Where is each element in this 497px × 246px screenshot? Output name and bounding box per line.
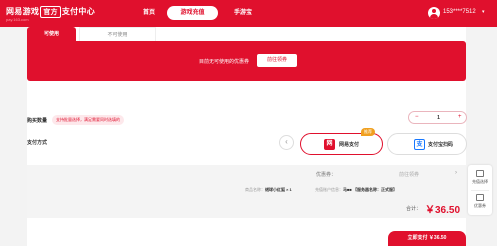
logo-tail: 支付中心 bbox=[61, 7, 96, 16]
nav-home[interactable]: 首页 bbox=[137, 6, 161, 20]
tab-available[interactable]: 可使用 bbox=[27, 27, 76, 41]
logo-subtitle: pay.163.com bbox=[6, 17, 29, 22]
summary-coupon-label: 优惠券： bbox=[316, 172, 337, 178]
coupon-tabs: 可使用 不可使用 bbox=[27, 27, 466, 41]
chevron-down-icon[interactable]: ▾ bbox=[482, 9, 485, 15]
total-label: 合计： bbox=[406, 206, 422, 212]
payment-option-netease[interactable]: 网 网易支付 bbox=[300, 133, 383, 155]
netease-pay-label: 网易支付 bbox=[339, 142, 360, 148]
floating-side-panel: 充值选择 优惠券 bbox=[468, 165, 492, 215]
user-phone[interactable]: 153****7512 bbox=[443, 9, 476, 15]
quantity-stepper[interactable]: − 1 + bbox=[408, 111, 467, 124]
account-value: 马■■ 【服务器名称：正式服】 bbox=[343, 187, 397, 192]
account-label: 充值账户信息： bbox=[315, 187, 343, 192]
side-divider bbox=[471, 190, 489, 191]
chevron-left-icon[interactable]: ‹ bbox=[279, 135, 294, 150]
chevron-right-icon[interactable]: › bbox=[455, 170, 457, 176]
product-value: 绒球小红狐 × 1 bbox=[265, 187, 292, 192]
nav-mobile-game-store[interactable]: 手游宝 bbox=[230, 6, 256, 20]
recommend-badge: 推荐 bbox=[361, 128, 375, 136]
alipay-icon: 支 bbox=[414, 139, 425, 150]
product-label: 商品名称： bbox=[245, 187, 265, 192]
quantity-hint: 支持批量选择，满足需要同时选填的 bbox=[52, 115, 124, 125]
account-info: 充值账户信息：马■■ 【服务器名称：正式服】 bbox=[315, 187, 397, 193]
pay-now-button[interactable]: 立即支付 ￥36.50 bbox=[388, 231, 466, 246]
total-amount: ￥36.50 bbox=[425, 205, 461, 216]
payment-method-label: 支付方式 bbox=[27, 140, 48, 146]
nav-game-recharge[interactable]: 游戏充值 bbox=[167, 6, 218, 20]
quantity-label: 购买数量 bbox=[27, 118, 48, 124]
product-info: 商品名称：绒球小红狐 × 1 bbox=[245, 187, 292, 193]
tab-unavailable[interactable]: 不可使用 bbox=[79, 27, 156, 41]
summary-coupon-link[interactable]: 前往领券 bbox=[399, 171, 419, 178]
recharge-select-icon[interactable] bbox=[476, 170, 484, 177]
user-avatar-icon[interactable] bbox=[428, 7, 440, 19]
alipay-scan-label: 支付宝扫码 bbox=[428, 142, 454, 148]
get-coupon-button[interactable]: 前往领券 bbox=[257, 54, 297, 67]
coupon-icon[interactable] bbox=[476, 194, 484, 201]
logo-badge: 官方 bbox=[40, 6, 61, 18]
payment-option-alipay-scan[interactable]: 支 支付宝扫码 bbox=[387, 133, 467, 155]
logo-main: 网易游戏 bbox=[6, 7, 40, 16]
side-recharge-select[interactable]: 充值选择 bbox=[468, 179, 492, 185]
plus-icon[interactable]: + bbox=[458, 114, 462, 120]
coupon-empty-message: 目前无可使用的优惠券 bbox=[199, 59, 250, 65]
side-coupon[interactable]: 优惠券 bbox=[468, 203, 492, 209]
netease-pay-icon: 网 bbox=[324, 139, 335, 150]
